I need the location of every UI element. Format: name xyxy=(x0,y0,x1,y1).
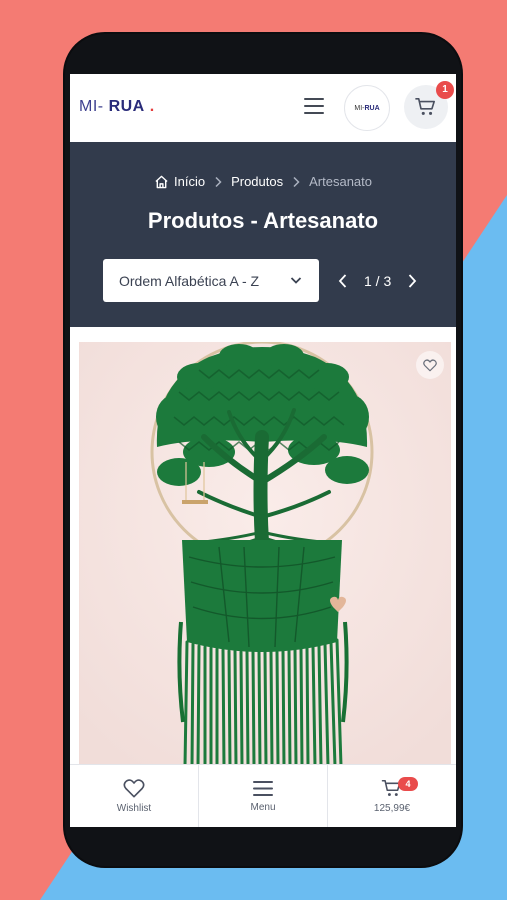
logo-dot: . xyxy=(149,98,155,115)
pagination: 1 / 3 xyxy=(332,269,432,293)
nav-cart-count-badge: 4 xyxy=(398,777,418,791)
logo-main: RUA xyxy=(108,98,145,115)
bottom-nav: Wishlist Menu 4 125,99€ xyxy=(70,764,456,827)
chevron-right-icon xyxy=(215,176,222,187)
product-card[interactable] xyxy=(79,342,451,766)
phone-screen: MI- RUA . MI- RUA 1 Início Produtos Arte… xyxy=(70,74,456,827)
prev-page-button[interactable] xyxy=(332,270,354,292)
hamburger-icon[interactable] xyxy=(304,98,324,114)
cart-icon xyxy=(415,98,435,115)
logo[interactable]: MI- RUA . xyxy=(79,98,155,116)
heart-icon xyxy=(423,358,437,371)
nav-wishlist[interactable]: Wishlist xyxy=(70,765,199,827)
product-image xyxy=(79,342,451,766)
chevron-left-icon xyxy=(338,274,347,288)
breadcrumb-products[interactable]: Produtos xyxy=(231,174,283,189)
breadcrumb-home[interactable]: Início xyxy=(154,174,205,189)
category-hero: Início Produtos Artesanato Produtos - Ar… xyxy=(70,142,456,327)
breadcrumb-current: Artesanato xyxy=(309,174,372,189)
chevron-down-icon xyxy=(290,277,302,284)
breadcrumb-home-label: Início xyxy=(174,174,206,189)
sort-select[interactable]: Ordem Alfabética A - Z xyxy=(103,259,319,302)
cart-count-badge: 1 xyxy=(436,81,454,99)
avatar-main: RUA xyxy=(364,104,380,112)
nav-wishlist-label: Wishlist xyxy=(116,803,152,814)
nav-cart-total: 125,99€ xyxy=(373,803,411,814)
chevron-right-icon xyxy=(409,274,417,288)
heart-icon xyxy=(123,779,145,798)
avatar-prefix: MI- xyxy=(354,104,365,112)
nav-cart[interactable]: 4 125,99€ xyxy=(328,765,456,827)
nav-menu[interactable]: Menu xyxy=(199,765,328,827)
home-icon xyxy=(155,175,168,188)
app-header: MI- RUA . MI- RUA 1 xyxy=(70,74,456,142)
chevron-right-icon xyxy=(293,176,300,187)
nav-menu-label: Menu xyxy=(250,802,276,813)
product-wishlist-button[interactable] xyxy=(416,351,444,379)
page-title: Produtos - Artesanato xyxy=(147,208,379,233)
breadcrumb: Início Produtos Artesanato xyxy=(70,174,456,189)
page-indicator: 1 / 3 xyxy=(364,273,392,289)
logo-prefix: MI- xyxy=(79,98,104,115)
sort-selected-value: Ordem Alfabética A - Z xyxy=(119,272,260,289)
avatar[interactable]: MI- RUA xyxy=(344,85,390,131)
hamburger-icon xyxy=(253,781,273,796)
next-page-button[interactable] xyxy=(401,270,423,292)
